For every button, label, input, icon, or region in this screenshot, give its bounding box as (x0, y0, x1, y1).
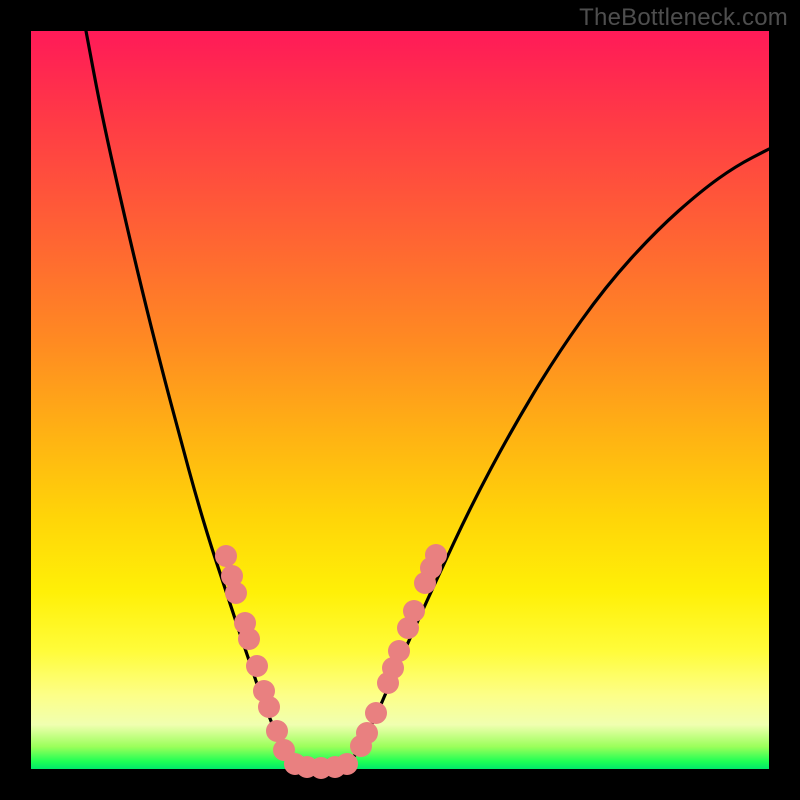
highlight-dot (425, 544, 447, 566)
highlight-dot (403, 600, 425, 622)
highlight-dot (266, 720, 288, 742)
highlight-dot (246, 655, 268, 677)
chart-frame: TheBottleneck.com (0, 0, 800, 800)
highlight-dot (215, 545, 237, 567)
highlight-dot (225, 582, 247, 604)
watermark-text: TheBottleneck.com (579, 4, 788, 32)
highlight-dots (215, 544, 447, 779)
highlight-dot (365, 702, 387, 724)
highlight-dot (388, 640, 410, 662)
highlight-dot (356, 722, 378, 744)
highlight-dot (258, 696, 280, 718)
curve-svg (31, 31, 769, 769)
highlight-dot (238, 628, 260, 650)
bottleneck-curve (86, 31, 769, 768)
highlight-dot (336, 753, 358, 775)
plot-area (31, 31, 769, 769)
